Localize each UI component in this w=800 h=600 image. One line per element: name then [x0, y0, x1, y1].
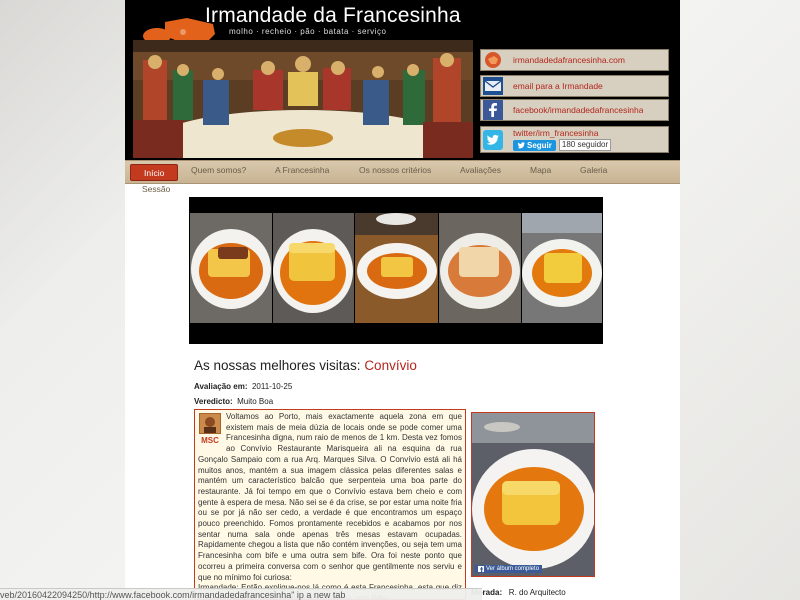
author-avatar[interactable]: MSC [199, 413, 221, 449]
review-date-value: 2011-10-25 [251, 382, 293, 391]
facebook-icon [483, 100, 503, 120]
follow-label: Seguir [527, 140, 552, 150]
twitter-row: twitter/irm_francesinha Seguir 180 segui… [480, 126, 669, 153]
browser-status-bar: veb/20160422094250/http://www.facebook.c… [0, 588, 482, 600]
restaurant-name-link[interactable]: Convívio [364, 358, 417, 373]
status-url: veb/20160422094250/http://www.facebook.c… [0, 590, 346, 600]
francesinha-photo [472, 413, 594, 576]
email-icon [483, 76, 503, 96]
nav-item-sessao[interactable]: Sessão [142, 184, 170, 194]
review-body: Voltamos ao Porto, mais exactamente aque… [198, 412, 462, 582]
nav-item-criterios[interactable]: Os nossos critérios [359, 165, 431, 175]
twitter-bird-icon [483, 130, 503, 150]
nav-item-quem-somos[interactable]: Quem somos? [191, 165, 246, 175]
header-painting-image [133, 40, 473, 158]
email-row[interactable]: email para a Irmandade [480, 75, 669, 97]
site-title: Irmandade da Francesinha [205, 4, 461, 27]
address-value: R. do Arquitecto [508, 588, 566, 597]
gallery-photo-1[interactable] [190, 213, 272, 323]
review-date: Avaliação em: 2011-10-25 [194, 382, 292, 391]
social-links-panel: irmandadedafrancesinha.com email para a … [480, 46, 670, 154]
facebook-link[interactable]: facebook/irmandadedafrancesinha [513, 105, 643, 115]
twitter-small-bird-icon [517, 141, 525, 148]
article-title-prefix: As nossas melhores visitas: [194, 358, 365, 373]
view-album-label: Ver álbum completo [486, 566, 540, 572]
restaurant-address: Morada: R. do Arquitecto [471, 588, 595, 597]
twitter-follow-button[interactable]: Seguir [513, 139, 556, 151]
twitter-link[interactable]: twitter/irm_francesinha [513, 128, 611, 138]
nav-item-a-francesinha[interactable]: A Francesinha [275, 165, 329, 175]
review-verdict-value: Muito Boa [237, 397, 274, 406]
review-verdict: Veredicto: Muito Boa [194, 397, 273, 406]
article-title: As nossas melhores visitas: Convívio [194, 358, 417, 373]
gallery-photo-3[interactable] [355, 213, 438, 323]
page: Irmandade da Francesinha molho · recheio… [125, 0, 680, 600]
follower-count-badge: 180 seguidor [558, 139, 612, 151]
main-navigation: Início Quem somos? A Francesinha Os noss… [125, 160, 680, 184]
nav-item-galeria[interactable]: Galeria [580, 165, 607, 175]
author-initials: MSC [201, 436, 219, 445]
website-link[interactable]: irmandadedafrancesinha.com [513, 55, 625, 65]
view-album-link[interactable]: Ver álbum completo [475, 565, 543, 573]
review-date-label: Avaliação em: [194, 382, 248, 391]
photo-gallery-strip [189, 197, 603, 344]
site-tagline: molho · recheio · pão · batata · serviço [229, 27, 387, 36]
nav-item-avaliacoes[interactable]: Avaliações [460, 165, 501, 175]
author-portrait-icon [199, 413, 221, 434]
review-text: Voltamos ao Porto, mais exactamente aque… [195, 410, 465, 599]
email-link[interactable]: email para a Irmandade [513, 81, 603, 91]
review-box: MSC Voltamos ao Porto, mais exactamente … [194, 409, 466, 600]
nav-item-mapa[interactable]: Mapa [530, 165, 551, 175]
gallery-photo-2[interactable] [273, 213, 354, 323]
gallery-photo-5[interactable] [522, 213, 602, 323]
review-photo[interactable]: Ver álbum completo [471, 412, 595, 577]
facebook-row[interactable]: facebook/irmandadedafrancesinha [480, 99, 669, 121]
site-header: Irmandade da Francesinha molho · recheio… [125, 0, 680, 160]
nav-item-inicio[interactable]: Início [130, 164, 179, 181]
review-verdict-label: Veredicto: [194, 397, 233, 406]
gallery-photo-4[interactable] [439, 213, 521, 323]
website-row[interactable]: irmandadedafrancesinha.com [480, 49, 669, 71]
website-logo-icon [483, 50, 503, 70]
facebook-small-icon [478, 566, 484, 572]
